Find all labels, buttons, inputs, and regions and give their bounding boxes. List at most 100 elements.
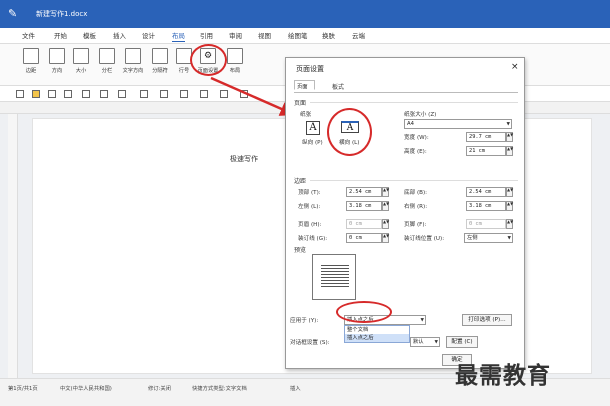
portrait-icon[interactable]: A	[306, 121, 320, 135]
new-icon[interactable]	[16, 90, 24, 98]
chevron-down-icon: ▼	[507, 236, 511, 241]
right-margin-input[interactable]: 3.18 cm	[466, 201, 506, 211]
menu-references[interactable]: 引用	[200, 31, 213, 41]
table-icon[interactable]	[140, 90, 148, 98]
size-label: 大小	[75, 68, 87, 74]
print-icon[interactable]	[100, 90, 108, 98]
status-shortcut-type: 快捷方式类型:文字文档	[192, 386, 247, 392]
menu-design[interactable]: 设计	[142, 31, 155, 41]
chevron-down-icon: ▼	[420, 318, 424, 323]
orientation-button[interactable]: 方向	[44, 48, 70, 82]
status-insert-mode[interactable]: 插入	[290, 384, 301, 392]
image-icon[interactable]	[160, 90, 168, 98]
select-cursor-icon[interactable]	[118, 90, 126, 98]
paper-size-select[interactable]: A4 ▼	[404, 119, 512, 129]
left-margin-input[interactable]: 3.18 cm	[346, 201, 382, 211]
right-margin-spinner[interactable]: ▲▼	[506, 201, 513, 211]
redo-icon[interactable]	[64, 90, 72, 98]
left-margin-spinner[interactable]: ▲▼	[382, 201, 389, 211]
undo-icon[interactable]	[48, 90, 56, 98]
status-track-changes[interactable]: 修订:关闭	[148, 384, 171, 392]
dialog-settings-label: 对话框设置 (S):	[290, 340, 330, 346]
height-spinner[interactable]: ▲▼	[506, 146, 513, 156]
bottom-margin-input[interactable]: 2.54 cm	[466, 187, 506, 197]
margins-icon	[23, 48, 39, 64]
status-language[interactable]: 中文(中华人民共和国)	[60, 384, 112, 392]
open-folder-icon[interactable]	[32, 90, 40, 98]
margins-button[interactable]: 边距	[18, 48, 44, 82]
config-button[interactable]: 配置 (C)	[446, 336, 478, 348]
annotation-circle-apply-to	[336, 301, 392, 323]
preview-lines	[321, 265, 349, 289]
gutter-label: 装订线 (G):	[298, 236, 328, 242]
gutter-input[interactable]: 0 cm	[346, 233, 382, 243]
breaks-label: 分隔符	[152, 68, 168, 74]
menu-drawing-pen[interactable]: 绘图笔	[288, 31, 308, 41]
menu-skin[interactable]: 换肤	[322, 31, 335, 41]
apply-option-after-cursor[interactable]: 插入点之后	[345, 334, 409, 342]
size-button[interactable]: 大小	[68, 48, 94, 82]
apply-to-label: 应用于 (Y):	[290, 318, 319, 324]
orientation-label: 方向	[51, 68, 63, 74]
footer-margin-input[interactable]: 0 cm	[466, 219, 506, 229]
save-icon[interactable]	[82, 90, 90, 98]
title-bar: ✎ 新建写作1.docx	[0, 0, 610, 28]
tab-page[interactable]: 页面	[294, 80, 315, 90]
footer-margin-spinner[interactable]: ▲▼	[506, 219, 513, 229]
page-section-label: 页面	[294, 100, 307, 107]
margins-label: 边距	[25, 68, 37, 74]
menu-home[interactable]: 开始	[54, 31, 67, 41]
apply-to-dropdown-list: 整个文档 插入点之后	[344, 325, 410, 343]
header-margin-spinner[interactable]: ▲▼	[382, 219, 389, 229]
gutter-position-value: 左侧	[467, 235, 478, 241]
width-spinner[interactable]: ▲▼	[506, 132, 513, 142]
left-margin-label: 左侧 (L):	[298, 204, 321, 210]
breaks-button[interactable]: 分隔符	[147, 48, 173, 82]
size-icon	[73, 48, 89, 64]
height-label: 高度 (E):	[404, 149, 427, 155]
page-setup-dialog: 页面设置 × 页面 板式 页面 纸张 A 纵向 (P) A 横向 (L) 纸张大…	[285, 57, 525, 369]
gutter-position-select[interactable]: 左侧 ▼	[464, 233, 513, 243]
menu-file[interactable]: 文件	[22, 31, 35, 41]
menu-templates[interactable]: 模板	[83, 31, 96, 41]
width-input[interactable]: 29.7 cm	[466, 132, 506, 142]
tab-layout[interactable]: 板式	[326, 80, 350, 93]
print-options-button[interactable]: 打印选项 (P)…	[462, 314, 512, 326]
orientation-icon	[49, 48, 65, 64]
paper-size-label: 纸张大小 (Z)	[404, 112, 437, 118]
menu-insert[interactable]: 插入	[113, 31, 126, 41]
columns-icon	[99, 48, 115, 64]
document-text[interactable]: 极速写作	[230, 154, 258, 164]
height-input[interactable]: 21 cm	[466, 146, 506, 156]
top-margin-input[interactable]: 2.54 cm	[346, 187, 382, 197]
window-title: 新建写作1.docx	[36, 10, 88, 18]
vertical-ruler[interactable]	[8, 114, 18, 378]
text-direction-button[interactable]: 文字方向	[120, 48, 146, 82]
menu-view[interactable]: 视图	[258, 31, 271, 41]
close-icon[interactable]: ×	[511, 62, 519, 72]
columns-button[interactable]: 分栏	[94, 48, 120, 82]
footer-margin-label: 页脚 (F):	[404, 222, 427, 228]
top-margin-spinner[interactable]: ▲▼	[382, 187, 389, 197]
bottom-margin-spinner[interactable]: ▲▼	[506, 187, 513, 197]
gutter-spinner[interactable]: ▲▼	[382, 233, 389, 243]
header-margin-label: 页眉 (H):	[298, 222, 322, 228]
chevron-down-icon: ▼	[434, 340, 438, 345]
orientation-section-label: 纸张	[300, 112, 312, 118]
dialog-settings-select[interactable]: 默认 ▼	[410, 337, 440, 347]
bottom-margin-label: 底部 (B):	[404, 190, 428, 196]
header-margin-input[interactable]: 0 cm	[346, 219, 382, 229]
menu-layout[interactable]: 布局	[172, 31, 185, 42]
dialog-title: 页面设置	[296, 65, 324, 73]
app-logo-icon: ✎	[8, 7, 18, 20]
watermark-logo: 最需教育	[455, 363, 551, 389]
dialog-tabs: 页面 板式	[294, 80, 518, 93]
menu-review[interactable]: 审阅	[229, 31, 242, 41]
shape-icon[interactable]	[180, 90, 188, 98]
breaks-icon	[152, 48, 168, 64]
apply-option-whole-doc[interactable]: 整个文档	[345, 326, 409, 334]
menu-cloud[interactable]: 云端	[352, 31, 365, 41]
right-margin-label: 右侧 (R):	[404, 204, 428, 210]
portrait-label[interactable]: 纵向 (P)	[302, 138, 323, 146]
divider	[310, 180, 518, 181]
